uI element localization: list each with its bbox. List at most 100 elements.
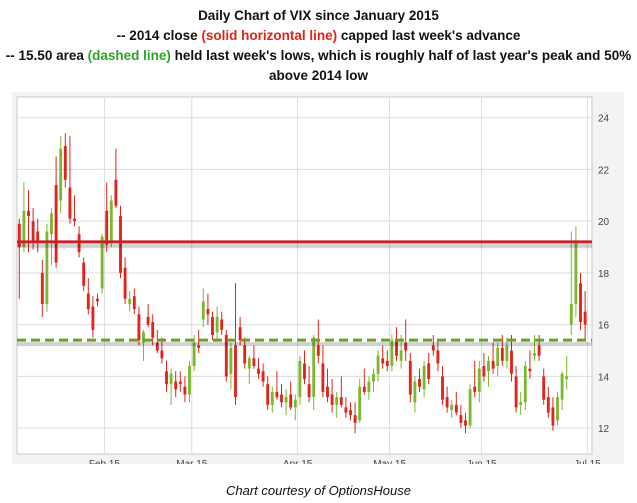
candle-body	[27, 210, 30, 216]
candle-body	[298, 360, 302, 398]
candle	[109, 195, 113, 248]
candle-body	[50, 213, 53, 235]
candle-body	[459, 415, 463, 423]
candle-body	[427, 363, 431, 379]
candle-body	[528, 368, 532, 372]
x-tick-label: Jun 15	[467, 459, 497, 464]
candle-body	[238, 327, 242, 341]
candle-body	[436, 350, 440, 364]
candle-body	[109, 200, 113, 242]
candle-body	[36, 231, 40, 242]
candle	[45, 223, 49, 312]
candle-body	[339, 397, 343, 405]
chart-frame: 12 14 16 18 20 22 24 Feb 15 Mar 15 Apr 15 May 15 Ju…	[12, 92, 624, 464]
x-tick-label: Mar 15	[176, 459, 208, 464]
candle-body	[422, 366, 426, 390]
candle-body	[385, 360, 389, 367]
candle-body	[151, 322, 155, 338]
candle-body	[201, 301, 205, 320]
candle-body	[123, 267, 127, 299]
candle-body	[560, 373, 564, 400]
annotation-prefix: -- 15.50 area	[5, 48, 88, 63]
candle-body	[243, 345, 247, 364]
x-tick-label: Apr 15	[283, 459, 313, 464]
candle-body	[261, 371, 265, 382]
candle-body	[91, 306, 95, 330]
candle-body	[399, 350, 403, 361]
candle-body	[321, 363, 325, 392]
candle-body	[546, 397, 550, 413]
candle-body	[362, 386, 366, 392]
candle-body	[473, 386, 477, 392]
candle-body	[114, 179, 118, 206]
candle-body	[303, 363, 306, 379]
chart-title: Daily Chart of VIX since January 2015	[198, 8, 439, 23]
candle-body	[59, 148, 63, 201]
candle-body	[280, 394, 283, 403]
x-tick-label: Jul 15	[574, 459, 601, 464]
candle-body	[514, 376, 518, 408]
y-tick-label: 20	[598, 217, 610, 228]
candle-body	[569, 303, 573, 325]
candle-body	[247, 358, 251, 369]
annotation-line-continued: above 2014 low	[268, 68, 369, 83]
candle-body	[137, 314, 141, 341]
candle-body	[335, 397, 339, 405]
y-tick-label: 12	[598, 424, 610, 435]
candle-body	[178, 381, 182, 385]
annotation-highlight-dashed-line: (dashed line)	[87, 48, 171, 63]
candle-body	[105, 210, 109, 245]
candle	[224, 329, 228, 382]
candle-body	[215, 316, 219, 333]
candle-body	[551, 407, 555, 426]
candle-body	[344, 407, 348, 413]
candle-body	[523, 366, 527, 403]
candle-body	[183, 386, 187, 395]
candle-body	[192, 342, 196, 367]
candle-body	[454, 404, 458, 413]
candle-body	[266, 384, 270, 405]
annotation-prefix: -- 2014 close	[116, 28, 202, 43]
y-tick-label: 22	[598, 165, 610, 176]
candle-body	[63, 146, 67, 180]
candle-body	[206, 309, 210, 315]
candle-body	[54, 184, 58, 263]
candle-body	[445, 397, 449, 408]
candle-body	[86, 293, 90, 310]
candle-body	[293, 399, 297, 408]
candle-body	[579, 283, 582, 323]
candle-body	[270, 391, 274, 405]
candle	[468, 384, 472, 429]
candle-body	[132, 296, 136, 310]
candle-body	[96, 298, 99, 302]
candle-body	[353, 415, 357, 423]
chart-credit: Chart courtesy of OptionsHouse	[226, 483, 411, 498]
candle-body	[17, 223, 21, 248]
candle-body	[372, 373, 375, 382]
candle-body	[275, 391, 279, 398]
candle-body	[316, 345, 320, 356]
candle-body	[330, 394, 334, 405]
annotation-highlight-solid-line: (solid horizontal line)	[201, 28, 338, 43]
candle-body	[188, 366, 191, 395]
candle-body	[468, 389, 472, 426]
x-tick-label: Feb 15	[89, 459, 121, 464]
y-tick-label: 18	[598, 269, 610, 280]
annotation-suffix: capped last week's advance	[337, 28, 521, 43]
y-tick-label: 16	[598, 321, 610, 332]
candle-body	[211, 316, 214, 335]
candle-body	[128, 298, 132, 304]
y-tick-label: 24	[598, 114, 610, 125]
candle-body	[367, 381, 371, 392]
candle-body	[413, 381, 417, 403]
candle-body	[229, 347, 233, 374]
x-tick-label: May 15	[373, 459, 406, 464]
candle-body	[574, 241, 578, 304]
candle-body	[505, 345, 509, 361]
y-tick-label: 14	[598, 372, 610, 383]
candle-body	[40, 272, 44, 304]
candle-body	[496, 347, 500, 367]
candle-body	[477, 368, 481, 392]
candle-body	[537, 345, 541, 356]
annotation-suffix: held last week's lows, which is roughly …	[170, 48, 632, 63]
